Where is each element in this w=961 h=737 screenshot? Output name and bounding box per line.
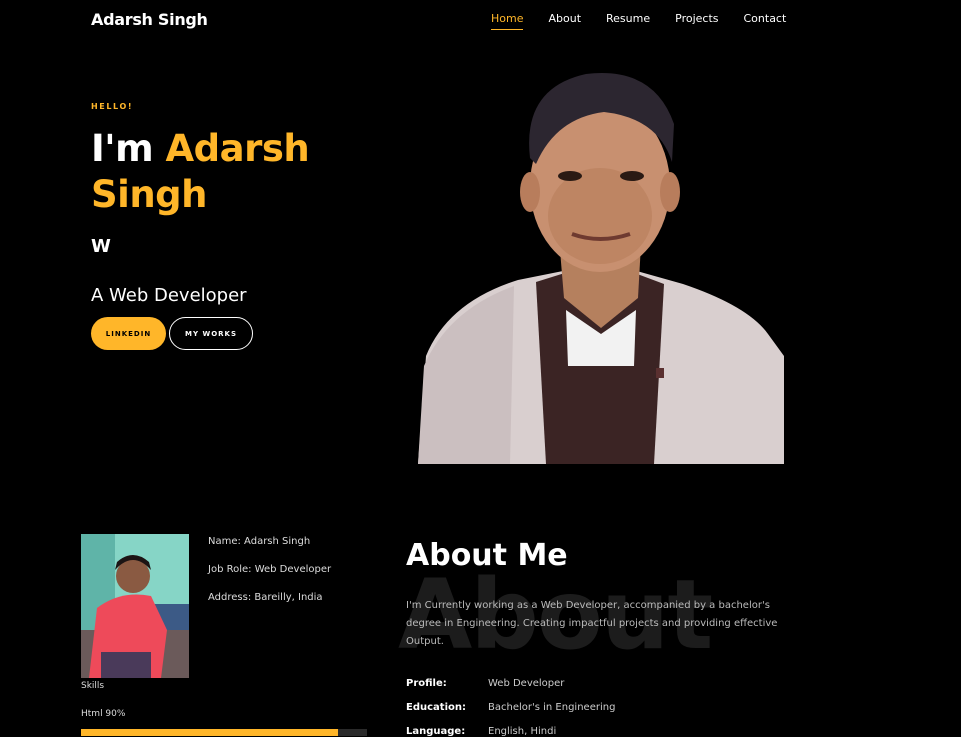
skills-label: Skills: [81, 681, 105, 691]
hero-subtitle: A Web Developer: [91, 285, 247, 306]
hero-greeting: I'm: [91, 127, 166, 170]
about-title: About Me: [406, 538, 568, 573]
site-logo[interactable]: Adarsh Singh: [91, 10, 208, 29]
hero-eyebrow: HELLO!: [91, 102, 134, 111]
about-value: Bachelor's in Engineering: [488, 702, 616, 713]
html-progress-fill: [81, 729, 339, 736]
about-text: I'm Currently working as a Web Developer…: [406, 600, 778, 647]
nav-about[interactable]: About: [548, 12, 581, 30]
nav-projects[interactable]: Projects: [675, 12, 718, 30]
linkedin-button[interactable]: LINKEDIN: [91, 317, 166, 350]
about-key: Profile:: [406, 678, 447, 689]
about-key: Language:: [406, 726, 466, 737]
html-progress-bar: [81, 729, 367, 736]
main-nav: Home About Resume Projects Contact: [491, 12, 786, 30]
info-job-role: Job Role: Web Developer: [208, 564, 332, 575]
about-value: English, Hindi: [488, 726, 557, 737]
skill-html-label: Html 90%: [81, 709, 126, 719]
hero-heading: I'm Adarsh Singh: [91, 126, 371, 218]
nav-contact[interactable]: Contact: [744, 12, 787, 30]
my-works-button[interactable]: MY WORKS: [169, 317, 253, 350]
portrait-photo: [418, 73, 784, 464]
typed-text: W: [91, 236, 111, 257]
profile-photo: [81, 534, 189, 678]
about-value: Web Developer: [488, 678, 565, 689]
info-address: Address: Bareilly, India: [208, 592, 323, 603]
nav-resume[interactable]: Resume: [606, 12, 650, 30]
info-name: Name: Adarsh Singh: [208, 536, 311, 547]
about-key: Education:: [406, 702, 466, 713]
nav-home[interactable]: Home: [491, 12, 524, 30]
